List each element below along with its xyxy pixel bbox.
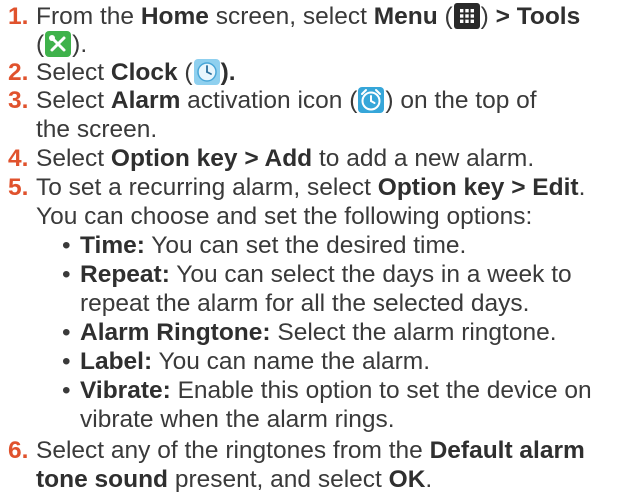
step-text: You can choose and set the following opt… xyxy=(36,203,533,230)
clock-app-icon xyxy=(193,59,220,85)
text: . xyxy=(425,466,433,493)
bold-text: Clock xyxy=(110,59,178,86)
step-number: 4. xyxy=(8,145,29,172)
bold-text: ). xyxy=(220,59,236,86)
text: Select xyxy=(36,59,111,86)
option-text: Label: You can name the alarm. xyxy=(80,347,430,377)
text: Select xyxy=(36,145,111,172)
option-text: Alarm Ringtone: Select the alarm rington… xyxy=(80,318,557,348)
step-text: the screen. xyxy=(36,116,158,143)
option-description: Enable this option to set the device on xyxy=(170,377,592,404)
menu-grid-icon xyxy=(453,3,480,29)
step-number: 3. xyxy=(8,87,29,114)
bold-text: Menu xyxy=(373,3,438,30)
option-description: Select the alarm ringtone. xyxy=(270,319,557,346)
bullet-marker: • xyxy=(62,377,71,404)
text: ( xyxy=(177,59,193,86)
option-text: Time: You can set the desired time. xyxy=(80,231,466,261)
option-description: repeat the alarm for all the selected da… xyxy=(80,290,530,317)
option-description: You can select the days in a week to xyxy=(169,261,572,288)
bullet-marker: • xyxy=(62,348,71,375)
option-description: You can set the desired time. xyxy=(144,232,467,259)
step-number: 1. xyxy=(8,3,29,30)
text: ( xyxy=(36,31,45,58)
text: ) on the top of xyxy=(385,87,537,114)
text: present, and select xyxy=(168,466,389,493)
bold-text: tone sound xyxy=(36,466,169,493)
text: . xyxy=(578,174,586,201)
step-text: Select Alarm activation icon ( ) on the … xyxy=(36,86,537,116)
text: to add a new alarm. xyxy=(312,145,535,172)
step-number: 2. xyxy=(8,59,29,86)
bold-text: Default alarm xyxy=(429,437,585,464)
option-label: Label: xyxy=(80,348,153,375)
bold-text: Option key > Edit xyxy=(377,174,579,201)
text: To set a recurring alarm, select xyxy=(36,174,378,201)
step-text: tone sound present, and select OK. xyxy=(36,465,432,495)
option-text: Vibrate: Enable this option to set the d… xyxy=(80,376,592,406)
tools-icon xyxy=(45,31,72,57)
text: ). xyxy=(72,31,88,58)
instructions-document: 1. From the Home screen, select Menu ( )… xyxy=(0,0,639,504)
bold-text: Option key > Add xyxy=(110,145,313,172)
option-label: Repeat: xyxy=(80,261,170,288)
bullet-marker: • xyxy=(62,232,71,259)
text: ) xyxy=(480,3,496,30)
option-text: Repeat: You can select the days in a wee… xyxy=(80,260,572,290)
bullet-marker: • xyxy=(62,319,71,346)
text: screen, select xyxy=(208,3,374,30)
bold-text: > Tools xyxy=(495,3,581,30)
text: ( xyxy=(437,3,453,30)
step-number: 5. xyxy=(8,174,29,201)
option-label: Time: xyxy=(80,232,145,259)
bold-text: Alarm xyxy=(110,87,181,114)
option-label: Vibrate: xyxy=(80,377,171,404)
step-number: 6. xyxy=(8,437,29,464)
step-text: From the Home screen, select Menu ( ) > … xyxy=(36,2,580,32)
step-text: Select Clock ( ). xyxy=(36,58,236,88)
text: From the xyxy=(36,3,141,30)
option-description: vibrate when the alarm rings. xyxy=(80,406,395,433)
step-text: To set a recurring alarm, select Option … xyxy=(36,173,585,203)
option-description: You can name the alarm. xyxy=(152,348,431,375)
text: Select xyxy=(36,87,111,114)
option-label: Alarm Ringtone: xyxy=(80,319,271,346)
bullet-marker: • xyxy=(62,261,71,288)
step-text: ( ). xyxy=(36,30,87,60)
step-text: Select Option key > Add to add a new ala… xyxy=(36,144,534,174)
step-text: Select any of the ringtones from the Def… xyxy=(36,436,585,466)
text: Select any of the ringtones from the xyxy=(36,437,430,464)
alarm-activation-icon xyxy=(358,87,385,113)
text: activation icon ( xyxy=(180,87,358,114)
bold-text: Home xyxy=(140,3,209,30)
bold-text: OK xyxy=(388,466,426,493)
